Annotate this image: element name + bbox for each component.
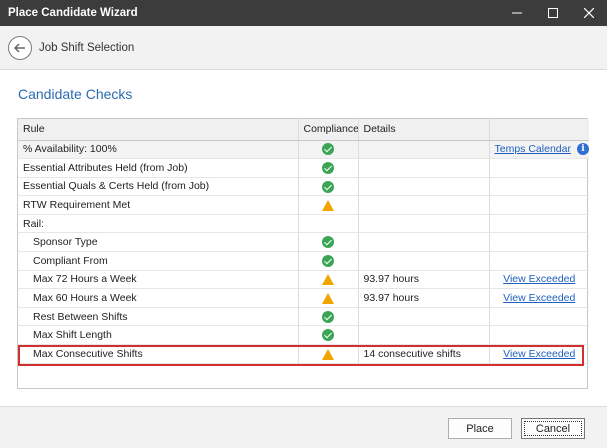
table-row[interactable]: RTW Requirement Met xyxy=(18,195,589,215)
grid-header-row: Rule Compliance Details xyxy=(18,119,589,141)
cancel-button[interactable]: Cancel xyxy=(521,418,585,439)
table-row[interactable]: Max 60 Hours a Week 93.97 hours View Excee… xyxy=(18,288,589,308)
details-cell xyxy=(358,325,490,346)
compliance-cell xyxy=(298,325,359,346)
details-cell xyxy=(358,195,490,215)
table-row[interactable]: Max 72 Hours a Week 93.97 hours View Excee… xyxy=(18,270,589,290)
action-cell xyxy=(489,177,589,197)
check-circle-icon xyxy=(322,236,334,249)
compliance-cell xyxy=(298,195,359,215)
action-cell: Temps Calendar i xyxy=(489,140,589,160)
wizard-header: Job Shift Selection xyxy=(0,26,607,70)
action-cell xyxy=(489,307,589,327)
column-header-rule[interactable]: Rule xyxy=(18,119,299,141)
maximize-button[interactable] xyxy=(535,0,571,26)
table-row[interactable]: Rail: xyxy=(18,214,589,234)
compliance-cell xyxy=(298,288,359,308)
compliance-cell xyxy=(298,177,359,197)
compliance-cell xyxy=(298,158,359,178)
compliance-cell xyxy=(298,270,359,290)
table-row[interactable]: Essential Attributes Held (from Job) xyxy=(18,158,589,178)
details-cell: 14 consecutive shifts xyxy=(358,344,490,364)
compliance-cell xyxy=(298,232,359,253)
compliance-cell xyxy=(298,214,359,234)
back-button[interactable] xyxy=(8,35,32,60)
details-cell xyxy=(358,232,490,253)
rule-cell: Rail: xyxy=(18,214,299,234)
action-cell xyxy=(489,214,589,234)
details-cell xyxy=(358,140,490,160)
section-title: Candidate Checks xyxy=(18,86,133,102)
details-cell xyxy=(358,251,490,271)
rule-cell: % Availability: 100% xyxy=(18,140,299,160)
column-header-compliance[interactable]: Compliance xyxy=(298,119,359,141)
view-exceeded-link[interactable]: View Exceeded xyxy=(503,292,575,304)
compliance-cell xyxy=(298,307,359,327)
place-button[interactable]: Place xyxy=(448,418,512,439)
temps-calendar-link[interactable]: Temps Calendar xyxy=(495,143,571,155)
check-circle-icon xyxy=(322,310,334,323)
compliance-cell xyxy=(298,251,359,271)
rule-cell: Compliant From xyxy=(18,251,299,271)
column-header-details[interactable]: Details xyxy=(358,119,490,141)
details-cell xyxy=(358,214,490,234)
arrow-left-icon xyxy=(13,42,25,53)
check-circle-icon xyxy=(322,162,334,174)
table-row[interactable]: Compliant From xyxy=(18,251,589,271)
table-row[interactable]: Max Consecutive Shifts 14 consecutive shi… xyxy=(18,344,589,364)
info-icon[interactable]: i xyxy=(576,143,589,156)
window-title: Place Candidate Wizard xyxy=(8,7,138,19)
rule-cell: Rest Between Shifts xyxy=(18,307,299,327)
warning-icon xyxy=(322,199,334,211)
compliance-cell xyxy=(298,140,359,160)
action-cell xyxy=(489,251,589,271)
step-title: Job Shift Selection xyxy=(39,41,135,54)
column-header-actions xyxy=(489,119,589,141)
wizard-footer: Place Cancel xyxy=(0,406,607,448)
rule-cell: RTW Requirement Met xyxy=(18,195,299,215)
close-button[interactable] xyxy=(571,0,607,26)
action-cell: View Exceeded xyxy=(489,288,589,308)
action-cell: View Exceeded xyxy=(489,270,589,290)
rule-cell: Max 60 Hours a Week xyxy=(18,288,299,308)
details-cell xyxy=(358,177,490,197)
action-cell xyxy=(489,195,589,215)
table-row[interactable]: Rest Between Shifts xyxy=(18,307,589,327)
warning-icon xyxy=(322,348,334,360)
action-cell xyxy=(489,232,589,253)
details-cell xyxy=(358,158,490,178)
check-circle-icon xyxy=(322,143,334,156)
maximize-icon xyxy=(548,8,558,18)
table-row[interactable]: Sponsor Type xyxy=(18,232,589,253)
action-cell xyxy=(489,325,589,346)
rule-cell: Essential Quals & Certs Held (from Job) xyxy=(18,177,299,197)
details-cell: 93.97 hours xyxy=(358,270,490,290)
view-exceeded-link[interactable]: View Exceeded xyxy=(503,348,575,360)
title-bar: Place Candidate Wizard xyxy=(0,0,607,26)
details-cell: 93.97 hours xyxy=(358,288,490,308)
check-circle-icon xyxy=(322,254,334,267)
table-row[interactable]: Essential Quals & Certs Held (from Job) xyxy=(18,177,589,197)
candidate-checks-grid: Rule Compliance Details % Availability: … xyxy=(17,118,589,389)
close-icon xyxy=(584,8,594,18)
check-circle-icon xyxy=(322,180,334,193)
minimize-button[interactable] xyxy=(499,0,535,26)
details-cell xyxy=(358,307,490,327)
rule-cell: Max Consecutive Shifts xyxy=(18,344,299,364)
action-cell: View Exceeded xyxy=(489,344,589,364)
compliance-cell xyxy=(298,344,359,364)
table-row[interactable]: % Availability: 100% Temps Calendar i xyxy=(18,140,589,160)
action-cell xyxy=(489,158,589,178)
check-circle-icon xyxy=(322,329,334,342)
rule-cell: Max 72 Hours a Week xyxy=(18,270,299,290)
minimize-icon xyxy=(512,12,522,14)
rule-cell: Max Shift Length xyxy=(18,325,299,346)
warning-icon xyxy=(322,274,334,286)
rule-cell: Sponsor Type xyxy=(18,232,299,253)
warning-icon xyxy=(322,292,334,304)
view-exceeded-link[interactable]: View Exceeded xyxy=(503,273,575,285)
rule-cell: Essential Attributes Held (from Job) xyxy=(18,158,299,178)
table-row[interactable]: Max Shift Length xyxy=(18,325,589,346)
